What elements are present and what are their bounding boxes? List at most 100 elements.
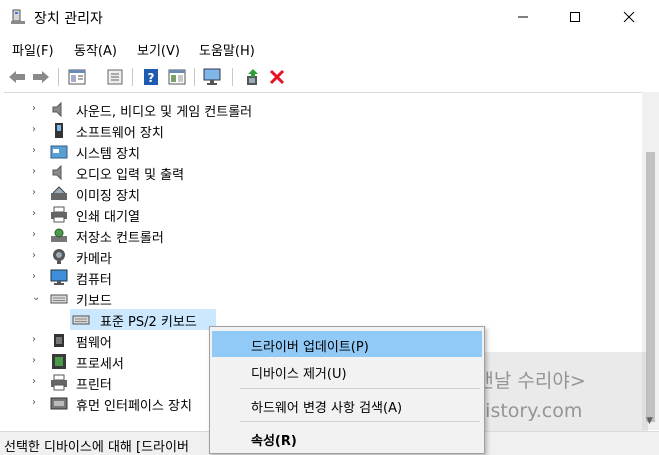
tree-item-label: 표준 PS/2 키보드 bbox=[100, 315, 197, 330]
menu-item-label: 속성(R) bbox=[251, 434, 297, 449]
tree-item-audio-io[interactable]: › 오디오 입력 및 출력 bbox=[4, 162, 644, 183]
camera-imaging-icon bbox=[51, 186, 67, 200]
view-button[interactable] bbox=[166, 66, 188, 88]
webcam-icon bbox=[53, 249, 65, 264]
menu-item-label: 디바이스 제거(U) bbox=[251, 367, 347, 382]
show-hidden-icon bbox=[107, 69, 123, 85]
tree-item-print-queue[interactable]: › 인쇄 대기열 bbox=[4, 204, 644, 225]
chevron-right-icon[interactable]: › bbox=[32, 230, 42, 240]
menu-action[interactable]: 동작(A) bbox=[74, 40, 117, 59]
tree-item-label: 소프트웨어 장치 bbox=[76, 126, 164, 141]
menu-item-properties[interactable]: 속성(R) bbox=[212, 425, 482, 451]
tree-item-imaging[interactable]: › 이미징 장치 bbox=[4, 183, 644, 204]
chevron-right-icon[interactable]: › bbox=[32, 335, 42, 345]
chevron-right-icon[interactable]: › bbox=[32, 251, 42, 261]
menu-view[interactable]: 보기(V) bbox=[137, 40, 180, 59]
tree-item-label: 프로세서 bbox=[76, 357, 124, 372]
update-driver-icon bbox=[247, 69, 258, 85]
tree-item-storage[interactable]: › 저장소 컨트롤러 bbox=[4, 225, 644, 246]
hid-icon bbox=[50, 397, 68, 410]
context-menu: 드라이버 업데이트(P) 디바이스 제거(U) 하드웨어 변경 사항 검색(A)… bbox=[209, 326, 485, 454]
chevron-right-icon[interactable]: › bbox=[32, 125, 42, 135]
status-text: 선택한 디바이스에 대해 [드라이버 bbox=[4, 440, 189, 455]
tree-item-software[interactable]: › 소프트웨어 장치 bbox=[4, 120, 644, 141]
toolbar-separator bbox=[194, 68, 195, 86]
help-icon: ? bbox=[144, 69, 158, 85]
chevron-right-icon[interactable]: › bbox=[32, 272, 42, 282]
system-folder-icon bbox=[50, 145, 68, 159]
uninstall-button[interactable] bbox=[266, 66, 288, 88]
forward-arrow-icon bbox=[33, 71, 49, 83]
maximize-button[interactable] bbox=[552, 0, 598, 34]
tree-item-label: 프린터 bbox=[76, 378, 112, 393]
keyboard-icon bbox=[72, 315, 90, 325]
menu-item-uninstall-device[interactable]: 디바이스 제거(U) bbox=[212, 358, 482, 384]
close-button[interactable] bbox=[606, 0, 652, 34]
tree-item-label: 시스템 장치 bbox=[76, 147, 140, 162]
tree-item-label: 펌웨어 bbox=[76, 336, 112, 351]
chevron-right-icon[interactable]: › bbox=[32, 209, 42, 219]
monitor-scan-icon bbox=[203, 68, 221, 85]
tree-item-keyboard[interactable]: ⌄ 키보드 bbox=[4, 288, 644, 310]
minimize-button[interactable] bbox=[500, 0, 546, 34]
properties-button[interactable] bbox=[66, 66, 88, 88]
monitor-icon bbox=[50, 269, 68, 285]
menu-item-label: 하드웨어 변경 사항 검색(A) bbox=[251, 401, 403, 416]
tree-item-label: 오디오 입력 및 출력 bbox=[76, 168, 185, 183]
help-button[interactable]: ? bbox=[140, 66, 162, 88]
tree-item-label: 휴먼 인터페이스 장치 bbox=[76, 399, 192, 414]
processor-icon bbox=[52, 354, 66, 369]
tree-item-label: 컴퓨터 bbox=[76, 273, 112, 288]
window-title: 장치 관리자 bbox=[34, 11, 103, 27]
chevron-right-icon[interactable]: › bbox=[32, 104, 42, 114]
chevron-right-icon[interactable]: › bbox=[32, 188, 42, 198]
menu-item-update-driver[interactable]: 드라이버 업데이트(P) bbox=[212, 331, 482, 357]
tree-item-label: 이미징 장치 bbox=[76, 189, 140, 204]
tree-item-computer[interactable]: › 컴퓨터 bbox=[4, 267, 644, 288]
forward-button[interactable] bbox=[30, 66, 52, 88]
svg-text:?: ? bbox=[148, 71, 155, 85]
menu-file[interactable]: 파일(F) bbox=[12, 40, 54, 59]
chevron-down-icon[interactable]: ⌄ bbox=[32, 293, 42, 303]
chevron-right-icon[interactable]: › bbox=[32, 146, 42, 156]
show-hidden-button[interactable] bbox=[104, 66, 126, 88]
software-device-icon bbox=[55, 123, 63, 138]
scan-hardware-button[interactable] bbox=[202, 66, 224, 88]
chevron-right-icon[interactable]: › bbox=[32, 377, 42, 387]
chevron-right-icon[interactable]: › bbox=[32, 398, 42, 408]
back-arrow-icon bbox=[9, 71, 25, 83]
tree-item-label: 키보드 bbox=[76, 294, 112, 309]
keyboard-icon bbox=[50, 294, 68, 304]
update-driver-button[interactable] bbox=[242, 66, 264, 88]
printer-icon bbox=[51, 374, 67, 391]
close-icon bbox=[623, 11, 635, 23]
title-bar: 장치 관리자 bbox=[0, 0, 659, 34]
menu-separator bbox=[240, 388, 480, 389]
toolbar-separator bbox=[132, 68, 133, 86]
storage-controller-icon bbox=[51, 228, 67, 242]
menu-bar: 파일(F) 동작(A) 보기(V) 도움말(H) bbox=[0, 36, 659, 60]
menu-item-label: 드라이버 업데이트(P) bbox=[251, 340, 369, 355]
device-manager-icon bbox=[11, 9, 25, 24]
tree-item-system[interactable]: › 시스템 장치 bbox=[4, 141, 644, 162]
menu-help[interactable]: 도움말(H) bbox=[199, 40, 255, 59]
tree-item-label: 저장소 컨트롤러 bbox=[76, 231, 164, 246]
chip-icon bbox=[54, 334, 64, 347]
properties-icon bbox=[68, 69, 86, 85]
toolbar-separator bbox=[58, 68, 59, 86]
tree-item-label: 사운드, 비디오 및 게임 컨트롤러 bbox=[76, 105, 253, 120]
chevron-right-icon[interactable]: › bbox=[32, 356, 42, 366]
menu-separator bbox=[240, 421, 480, 422]
back-button[interactable] bbox=[6, 66, 28, 88]
view-icon bbox=[168, 69, 186, 85]
printer-icon bbox=[51, 206, 67, 223]
chevron-right-icon[interactable]: › bbox=[32, 167, 42, 177]
tree-item-label: 인쇄 대기열 bbox=[76, 210, 140, 225]
uninstall-x-icon bbox=[269, 69, 285, 85]
tree-item-camera[interactable]: › 카메라 bbox=[4, 246, 644, 267]
menu-item-scan-hardware[interactable]: 하드웨어 변경 사항 검색(A) bbox=[212, 392, 482, 418]
speaker-icon bbox=[52, 101, 62, 118]
maximize-icon bbox=[570, 12, 580, 22]
minimize-icon bbox=[518, 16, 528, 18]
tree-item-sound[interactable]: › 사운드, 비디오 및 게임 컨트롤러 bbox=[4, 99, 644, 120]
